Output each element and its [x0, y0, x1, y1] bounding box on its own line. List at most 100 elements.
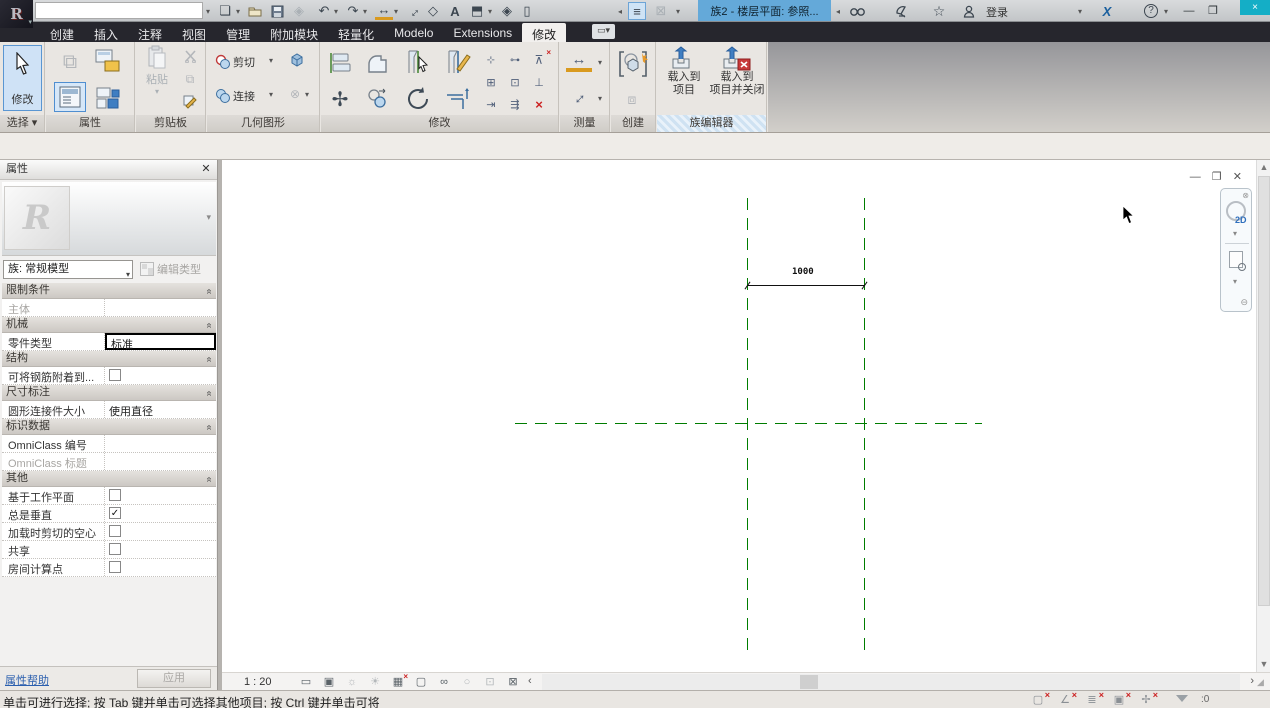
help-dropdown-icon[interactable]: ▾ — [1164, 7, 1168, 16]
thin-lines-icon[interactable]: ≡ — [628, 2, 646, 20]
mirror-axis-icon[interactable]: ⇥ — [481, 94, 501, 114]
undo-icon[interactable]: ↶ — [315, 2, 333, 20]
property-row[interactable]: 零件类型标准 — [2, 333, 216, 351]
dimension-aligned-icon[interactable]: ↔ — [561, 80, 596, 115]
offset-icon[interactable] — [363, 48, 393, 78]
checkbox[interactable] — [109, 369, 121, 381]
tab-注释[interactable]: 注释 — [128, 23, 172, 42]
show-crop-region-icon[interactable]: ▢ — [413, 674, 429, 689]
unpin-icon[interactable]: ⊼× — [529, 50, 549, 70]
qat-customize-dropdown-icon[interactable]: ▾ — [676, 7, 680, 16]
search-icon[interactable] — [848, 2, 866, 20]
tab-Extensions[interactable]: Extensions — [443, 23, 522, 42]
copy-element-icon[interactable] — [363, 84, 393, 114]
default-3d-view-icon[interactable]: ⬒ — [468, 2, 486, 20]
paste-button[interactable]: 粘贴 ▾ — [140, 45, 174, 113]
dimension-line[interactable] — [747, 285, 865, 286]
property-value[interactable] — [105, 299, 216, 316]
sync-icon[interactable]: ◈ — [290, 2, 308, 20]
join-dropdown-icon[interactable]: ▾ — [269, 90, 273, 99]
view-restore-icon[interactable]: ❐ — [1212, 171, 1222, 183]
load-into-project-button[interactable]: 载入到 项目 — [661, 45, 707, 113]
switch-windows-dropdown-icon[interactable]: ▾ — [236, 7, 240, 16]
collapse-icon[interactable]: « — [202, 357, 217, 363]
properties-help-link[interactable]: 属性帮助 — [5, 672, 49, 688]
close-inactive-windows-icon[interactable]: ⊠ — [652, 2, 670, 20]
tab-修改[interactable]: 修改 — [522, 23, 566, 42]
measure-icon[interactable]: ↔ — [375, 2, 393, 20]
property-value[interactable] — [105, 559, 216, 576]
property-row[interactable]: 圆形连接件大小使用直径 — [2, 401, 216, 419]
open-icon[interactable] — [246, 2, 264, 20]
wheel-dropdown-icon[interactable]: ▾ — [1233, 229, 1237, 238]
property-value[interactable] — [105, 435, 216, 452]
properties-toggle-icon[interactable] — [54, 82, 86, 112]
view-minimize-icon[interactable]: — — [1190, 171, 1201, 183]
app-restore-icon[interactable]: ❐ — [1202, 3, 1224, 18]
align-icon[interactable] — [325, 48, 355, 78]
property-row[interactable]: 房间计算点 — [2, 559, 216, 577]
property-row[interactable]: 主体 — [2, 299, 216, 317]
switch-windows-icon[interactable]: ❏ — [216, 2, 234, 20]
view-scale[interactable]: 1 : 20 — [244, 676, 272, 688]
infocenter-collapse-icon[interactable]: ◂ — [618, 7, 622, 16]
section-icon[interactable]: ◈ — [498, 2, 516, 20]
tab-附加模块[interactable]: 附加模块 — [260, 23, 328, 42]
tab-视图[interactable]: 视图 — [172, 23, 216, 42]
title-collapse-icon[interactable]: ◂ — [836, 7, 840, 16]
property-value[interactable]: ✓ — [105, 505, 216, 522]
collapse-icon[interactable]: « — [202, 391, 217, 397]
preview-dropdown-icon[interactable]: ▾ — [206, 212, 211, 223]
dimension-value[interactable]: 1000 — [792, 267, 814, 277]
panel-clipboard-label[interactable]: 剪贴板 — [136, 115, 205, 132]
property-value[interactable] — [105, 453, 216, 470]
zoom-tool-icon[interactable] — [1229, 251, 1243, 268]
checkbox[interactable] — [109, 489, 121, 501]
dimension-dropdown-icon[interactable]: ▾ — [598, 94, 602, 103]
load-into-project-close-button[interactable]: 载入到 项目并关闭 — [709, 45, 765, 113]
property-value[interactable] — [105, 367, 216, 384]
measure-between-icon[interactable]: ↔ — [566, 50, 592, 72]
panel-family-editor-label[interactable]: 族编辑器 — [657, 115, 766, 132]
trim-corner-icon[interactable] — [443, 84, 473, 114]
trim-extend-multiple-icon[interactable] — [443, 46, 475, 78]
measure-dropdown-icon[interactable]: ▾ — [394, 7, 398, 16]
show-geometry-icon[interactable] — [287, 50, 307, 70]
join-geometry-icon[interactable] — [213, 86, 233, 106]
app-close-icon[interactable]: × — [1240, 0, 1270, 15]
visual-style-icon[interactable]: ▣ — [321, 674, 337, 689]
favorites-icon[interactable]: ☆ — [930, 2, 948, 20]
panel-create-label[interactable]: 创建 — [611, 115, 655, 132]
selection-filter[interactable]: :0 — [1176, 692, 1209, 705]
collapse-icon[interactable]: « — [202, 477, 217, 483]
property-row[interactable]: 共享 — [2, 541, 216, 559]
split-element-icon[interactable]: ⊹ — [481, 50, 501, 70]
create-similar-icon[interactable]: ⧈ — [619, 86, 645, 112]
family-category-icon[interactable]: ⧉ — [56, 48, 84, 76]
cut-dropdown-icon[interactable]: ▾ — [269, 56, 273, 65]
select-by-face-icon[interactable]: ▣× — [1111, 692, 1127, 707]
sun-path-icon[interactable]: ☼ — [344, 674, 360, 689]
tab-轻量化[interactable]: 轻量化 — [328, 23, 384, 42]
property-row[interactable]: 加载时剪切的空心 — [2, 523, 216, 541]
modify-button[interactable]: 修改 — [3, 45, 42, 111]
checkbox[interactable]: ✓ — [109, 507, 121, 519]
scroll-up-icon[interactable]: ▲ — [1257, 160, 1270, 175]
reveal-hidden-elements-icon[interactable]: ○ — [459, 674, 475, 689]
select-underlay-icon[interactable]: ∠× — [1057, 692, 1073, 707]
property-value[interactable]: 标准 — [105, 333, 216, 350]
save-icon[interactable] — [268, 2, 286, 20]
property-group-header[interactable]: 其他« — [2, 471, 216, 487]
drawing-canvas[interactable]: — ❐ ✕ ⊗ 2D ▾ ▾ ⊖ 1000 — [222, 160, 1256, 672]
zoom-dropdown-icon[interactable]: ▾ — [1233, 277, 1237, 286]
type-selector-dropdown-icon[interactable]: ▾ — [126, 266, 130, 283]
edit-type-button[interactable]: 编辑类型 — [140, 261, 201, 277]
undo-dropdown-icon[interactable]: ▾ — [334, 7, 338, 16]
measure-dropdown2-icon[interactable]: ▾ — [598, 58, 602, 67]
copy-icon[interactable]: ⧉ — [180, 69, 200, 89]
checkbox[interactable] — [109, 525, 121, 537]
tab-Modelo[interactable]: Modelo — [384, 23, 443, 42]
trim-extend-single-icon[interactable] — [403, 46, 435, 78]
panel-modify-label[interactable]: 修改 — [321, 115, 558, 132]
cut-geometry-label[interactable]: 剪切 — [233, 54, 255, 70]
